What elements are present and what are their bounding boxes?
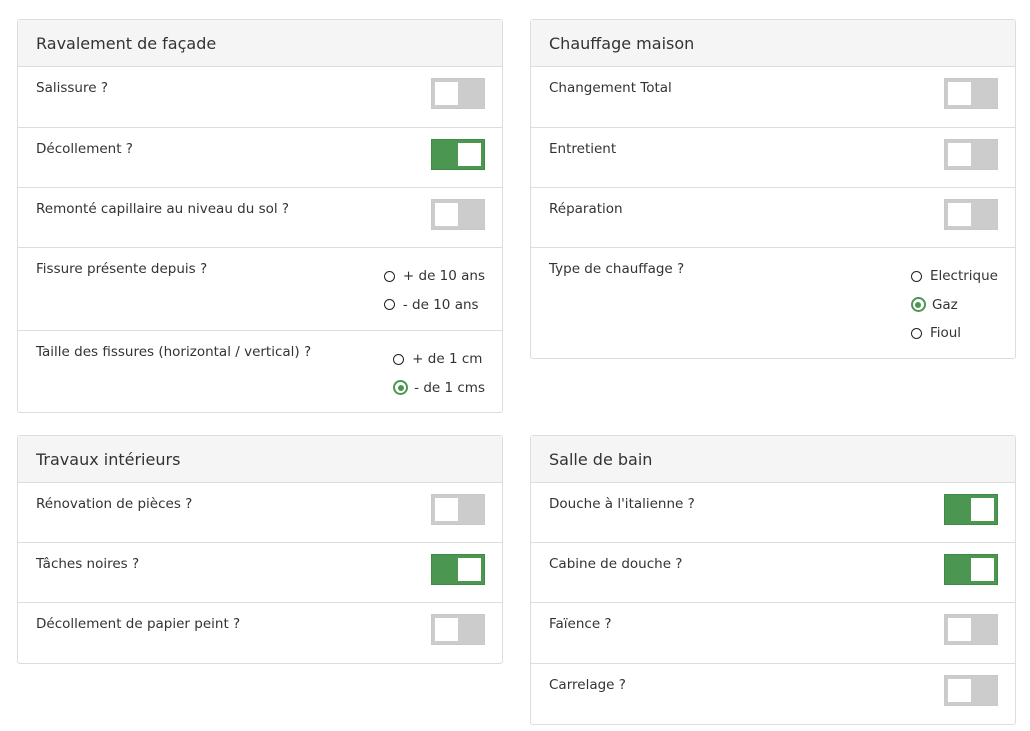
radio-option[interactable]: - de 10 ans <box>383 291 485 320</box>
row-label: Taille des fissures (horizontal / vertic… <box>36 344 312 360</box>
toggle-knob <box>948 143 971 166</box>
panel-title: Salle de bain <box>531 436 1015 483</box>
toggle-knob <box>435 498 458 521</box>
radio-label: + de 1 cm <box>412 351 483 368</box>
salissure-toggle[interactable] <box>431 78 485 109</box>
row-douche-italienne: Douche à l'italienne ? <box>531 483 1015 543</box>
row-salissure: Salissure ? <box>18 67 502 128</box>
row-label: Réparation <box>549 201 623 217</box>
radio-unchecked-icon <box>383 270 395 282</box>
carrelage-toggle[interactable] <box>944 675 998 706</box>
panel-travaux: Travaux intérieurs Rénovation de pièces … <box>17 435 503 664</box>
row-taches-noires: Tâches noires ? <box>18 543 502 603</box>
douche-italienne-toggle[interactable] <box>944 494 998 525</box>
taches-noires-toggle[interactable] <box>431 554 485 585</box>
row-label: Faïence ? <box>549 616 612 632</box>
panel-title: Ravalement de façade <box>18 20 502 67</box>
row-entretient: Entretient <box>531 128 1015 188</box>
radio-option[interactable]: - de 1 cms <box>393 374 485 403</box>
radio-unchecked-icon <box>910 270 922 282</box>
row-label: Cabine de douche ? <box>549 556 683 572</box>
panel-title: Travaux intérieurs <box>18 436 502 483</box>
row-label: Entretient <box>549 141 617 157</box>
radio-label: - de 1 cms <box>414 379 485 396</box>
type-chauffage-radio-group: Electrique Gaz Fioul <box>910 262 998 348</box>
toggle-knob <box>458 143 481 166</box>
changement-total-toggle[interactable] <box>944 78 998 109</box>
panel-title: Chauffage maison <box>531 20 1015 67</box>
row-cabine-douche: Cabine de douche ? <box>531 543 1015 603</box>
cabine-douche-toggle[interactable] <box>944 554 998 585</box>
row-reparation: Réparation <box>531 188 1015 248</box>
row-label: Rénovation de pièces ? <box>36 496 193 512</box>
panel-salle-de-bain: Salle de bain Douche à l'italienne ? Cab… <box>530 435 1016 725</box>
toggle-knob <box>948 618 971 641</box>
toggle-knob <box>948 203 971 226</box>
row-changement-total: Changement Total <box>531 67 1015 128</box>
row-label: Remonté capillaire au niveau du sol ? <box>36 201 290 217</box>
radio-option[interactable]: Fioul <box>910 319 998 348</box>
toggle-knob <box>948 82 971 105</box>
row-faience: Faïence ? <box>531 603 1015 664</box>
row-remonte-capillaire: Remonté capillaire au niveau du sol ? <box>18 188 502 248</box>
decollement-toggle[interactable] <box>431 139 485 170</box>
row-label: Décollement ? <box>36 141 133 157</box>
radio-label: Gaz <box>931 296 958 313</box>
radio-label: + de 10 ans <box>402 268 485 285</box>
panel-chauffage: Chauffage maison Changement Total Entret… <box>530 19 1016 359</box>
row-label: Douche à l'italienne ? <box>549 496 695 512</box>
panel-ravalement: Ravalement de façade Salissure ? Décolle… <box>17 19 503 413</box>
toggle-knob <box>458 558 481 581</box>
row-label: Carrelage ? <box>549 677 626 693</box>
toggle-knob <box>948 679 971 702</box>
toggle-knob <box>435 618 458 641</box>
row-label: Décollement de papier peint ? <box>36 616 241 632</box>
radio-checked-icon <box>910 297 926 313</box>
row-label: Type de chauffage ? <box>549 261 685 277</box>
row-decollement: Décollement ? <box>18 128 502 188</box>
toggle-knob <box>435 82 458 105</box>
toggle-knob <box>971 498 994 521</box>
taille-fissures-radio-group: + de 1 cm - de 1 cms <box>393 345 485 402</box>
papier-peint-toggle[interactable] <box>431 614 485 645</box>
remonte-capillaire-toggle[interactable] <box>431 199 485 230</box>
fissure-radio-group: + de 10 ans - de 10 ans <box>383 262 485 320</box>
radio-label: Electrique <box>929 268 998 285</box>
entretient-toggle[interactable] <box>944 139 998 170</box>
row-papier-peint: Décollement de papier peint ? <box>18 603 502 663</box>
reparation-toggle[interactable] <box>944 199 998 230</box>
radio-label: Fioul <box>929 325 962 342</box>
radio-option[interactable]: + de 1 cm <box>393 345 485 374</box>
radio-checked-icon <box>393 380 409 396</box>
toggle-knob <box>971 558 994 581</box>
row-label: Salissure ? <box>36 80 108 96</box>
row-carrelage: Carrelage ? <box>531 664 1015 724</box>
row-label: Changement Total <box>549 80 672 96</box>
row-taille-fissures: Taille des fissures (horizontal / vertic… <box>18 331 502 413</box>
toggle-knob <box>435 203 458 226</box>
row-label: Tâches noires ? <box>36 556 140 572</box>
radio-option[interactable]: + de 10 ans <box>383 262 485 291</box>
radio-unchecked-icon <box>910 327 922 339</box>
radio-option[interactable]: Electrique <box>910 262 998 291</box>
faience-toggle[interactable] <box>944 614 998 645</box>
radio-unchecked-icon <box>393 353 405 365</box>
row-type-chauffage: Type de chauffage ? Electrique Gaz Fioul <box>531 248 1015 358</box>
radio-unchecked-icon <box>383 299 395 311</box>
row-renovation: Rénovation de pièces ? <box>18 483 502 543</box>
radio-label: - de 10 ans <box>402 296 479 313</box>
row-label: Fissure présente depuis ? <box>36 261 208 277</box>
radio-option[interactable]: Gaz <box>910 291 998 320</box>
row-fissure: Fissure présente depuis ? + de 10 ans - d… <box>18 248 502 331</box>
renovation-toggle[interactable] <box>431 494 485 525</box>
